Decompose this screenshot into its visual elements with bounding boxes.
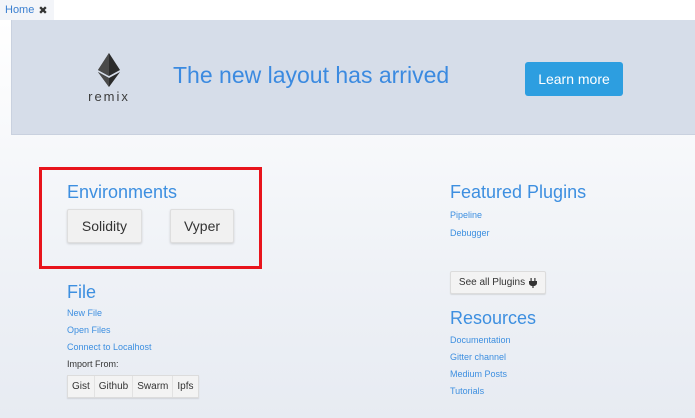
banner-title: The new layout has arrived [173, 62, 450, 88]
see-all-plugins-label: See all Plugins [458, 277, 526, 288]
see-all-plugins-button[interactable]: See all Plugins [450, 271, 546, 294]
medium-posts-link[interactable]: Medium Posts [450, 369, 507, 379]
new-file-link[interactable]: New File [67, 308, 102, 318]
featured-plugins-heading: Featured Plugins [450, 182, 587, 202]
environments-heading: Environments [67, 182, 178, 202]
solidity-button[interactable]: Solidity [67, 209, 142, 243]
open-files-link[interactable]: Open Files [67, 325, 111, 335]
logo-text: remix [88, 89, 130, 104]
debugger-link[interactable]: Debugger [450, 228, 490, 238]
close-icon[interactable]: ✖ [38, 4, 47, 17]
connect-localhost-link[interactable]: Connect to Localhost [67, 342, 152, 352]
ethereum-icon [98, 53, 120, 87]
documentation-link[interactable]: Documentation [450, 335, 511, 345]
tab-home-label: Home [5, 4, 35, 16]
import-github-button[interactable]: Github [95, 376, 134, 397]
file-heading: File [67, 282, 97, 302]
remix-logo: remix [84, 53, 134, 104]
import-ipfs-button[interactable]: Ipfs [173, 376, 197, 397]
import-buttons: Gist Github Swarm Ipfs [67, 375, 199, 398]
vyper-button[interactable]: Vyper [170, 209, 234, 243]
home-panel: remix The new layout has arrived Learn m… [0, 20, 695, 418]
tab-home[interactable]: Home ✖ [0, 0, 54, 20]
plug-icon [529, 277, 538, 288]
tutorials-link[interactable]: Tutorials [450, 386, 484, 396]
import-gist-button[interactable]: Gist [68, 376, 95, 397]
learn-more-button[interactable]: Learn more [525, 62, 623, 96]
resources-heading: Resources [450, 308, 537, 328]
import-from-label: Import From: [67, 359, 119, 369]
import-swarm-button[interactable]: Swarm [133, 376, 174, 397]
gitter-channel-link[interactable]: Gitter channel [450, 352, 506, 362]
tab-bar: Home ✖ [0, 0, 695, 20]
announcement-banner: remix The new layout has arrived Learn m… [11, 20, 695, 135]
pipeline-link[interactable]: Pipeline [450, 210, 482, 220]
